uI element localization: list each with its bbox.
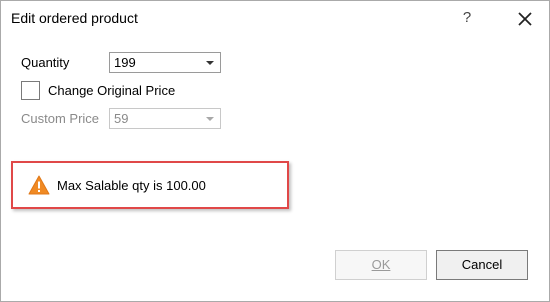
custom-price-value: 59	[114, 111, 129, 126]
warning-icon	[28, 175, 50, 195]
max-salable-alert: Max Salable qty is 100.00	[11, 161, 289, 209]
change-original-price-checkbox[interactable]	[21, 81, 40, 100]
quantity-label: Quantity	[21, 55, 70, 70]
quantity-value: 199	[114, 55, 136, 70]
custom-price-combobox[interactable]: 59	[109, 108, 221, 129]
alert-message: Max Salable qty is 100.00	[57, 178, 206, 193]
change-original-price-label[interactable]: Change Original Price	[48, 83, 175, 98]
edit-ordered-product-dialog: Edit ordered product ? Quantity 199 Chan…	[0, 0, 550, 302]
custom-price-label: Custom Price	[21, 111, 100, 126]
cancel-button[interactable]: Cancel	[436, 250, 528, 280]
quantity-combobox[interactable]: 199	[109, 52, 221, 73]
chevron-down-icon	[206, 61, 214, 65]
chevron-down-icon	[206, 117, 214, 121]
ok-button[interactable]: OK	[335, 250, 427, 280]
dialog-title: Edit ordered product	[11, 10, 138, 26]
ok-button-label: OK	[371, 257, 391, 272]
help-button[interactable]: ?	[455, 6, 479, 30]
close-icon	[518, 12, 532, 26]
close-button[interactable]	[513, 7, 537, 31]
